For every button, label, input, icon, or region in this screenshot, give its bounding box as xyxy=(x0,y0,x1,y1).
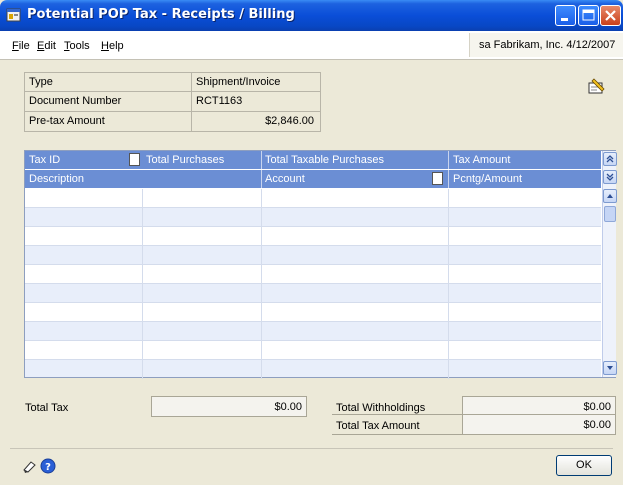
scroll-up-icon xyxy=(607,194,613,198)
scroll-thumb[interactable] xyxy=(604,206,616,222)
minimize-icon xyxy=(561,18,568,21)
close-icon xyxy=(605,10,616,21)
column-separator xyxy=(261,151,262,169)
grid-scrollbar[interactable] xyxy=(602,151,617,377)
column-separator xyxy=(261,170,262,188)
document-number-value: RCT1163 xyxy=(196,95,243,107)
col-tax-amount[interactable]: Tax Amount xyxy=(453,154,510,166)
table-row[interactable] xyxy=(25,227,601,246)
minimize-button[interactable] xyxy=(555,5,576,26)
total-tax-amount-label: Total Tax Amount xyxy=(336,420,420,432)
table-row[interactable] xyxy=(25,189,601,208)
menu-tools[interactable]: Tools xyxy=(64,40,90,52)
table-row[interactable] xyxy=(25,246,601,265)
menu-bar: File Edit Tools Help sa Fabrikam, Inc. 4… xyxy=(0,31,623,60)
grid-column-line xyxy=(142,189,143,379)
menu-file-accel: F xyxy=(12,40,19,52)
col-total-taxable-purchases[interactable]: Total Taxable Purchases xyxy=(265,154,384,166)
note-icon[interactable] xyxy=(432,172,443,185)
window: Potential POP Tax - Receipts / Billing F… xyxy=(0,0,623,485)
menu-help-accel: H xyxy=(101,40,109,52)
menu-file-label: ile xyxy=(18,40,30,52)
menu-edit[interactable]: Edit xyxy=(37,40,56,52)
menu-file[interactable]: File xyxy=(12,40,30,52)
col-total-purchases[interactable]: Total Purchases xyxy=(146,154,224,166)
col-account[interactable]: Account xyxy=(265,173,305,185)
expand-button[interactable] xyxy=(603,170,617,184)
table-row[interactable] xyxy=(25,341,601,360)
type-value: Shipment/Invoice xyxy=(196,76,281,88)
grid-column-line xyxy=(448,189,449,379)
scroll-down-button[interactable] xyxy=(603,361,617,375)
divider xyxy=(332,414,462,415)
document-number-label: Document Number xyxy=(29,95,122,107)
table-row[interactable] xyxy=(25,360,601,377)
ok-button[interactable]: OK xyxy=(556,455,612,476)
svg-text:?: ? xyxy=(45,462,51,473)
maximize-icon xyxy=(582,9,595,21)
note-icon[interactable] xyxy=(129,153,140,166)
pencil-icon[interactable] xyxy=(22,458,38,474)
total-tax-label: Total Tax xyxy=(25,402,69,414)
collapse-icon xyxy=(606,155,614,163)
window-title: Potential POP Tax - Receipts / Billing xyxy=(27,7,295,22)
col-tax-id[interactable]: Tax ID xyxy=(29,154,60,166)
type-label: Type xyxy=(29,76,53,88)
type-row: Type Shipment/Invoice xyxy=(25,72,320,92)
grid-column-line xyxy=(261,189,262,379)
column-separator xyxy=(448,151,449,169)
divider xyxy=(191,92,192,111)
footer-divider xyxy=(10,448,613,449)
grid-header-row-1: Tax ID Total Purchases Total Taxable Pur… xyxy=(25,151,601,169)
grid-header-row-2: Description Account Pcntg/Amount xyxy=(25,170,601,188)
pretax-amount-label: Pre-tax Amount xyxy=(29,115,105,127)
table-row[interactable] xyxy=(25,303,601,322)
col-description[interactable]: Description xyxy=(29,173,84,185)
scroll-down-icon xyxy=(607,366,613,370)
divider xyxy=(191,112,192,131)
table-row[interactable] xyxy=(25,322,601,341)
table-row[interactable] xyxy=(25,208,601,227)
table-row[interactable] xyxy=(25,265,601,284)
app-icon xyxy=(6,8,21,22)
divider xyxy=(191,73,192,91)
pretax-amount-value: $2,846.00 xyxy=(265,115,314,127)
expand-icon xyxy=(606,173,614,181)
menu-edit-label: dit xyxy=(44,40,56,52)
document-number-row: Document Number RCT1163 xyxy=(25,92,320,112)
collapse-button[interactable] xyxy=(603,152,617,166)
menu-help-label: elp xyxy=(108,40,124,52)
title-bar: Potential POP Tax - Receipts / Billing xyxy=(0,0,623,31)
help-icon[interactable]: ? xyxy=(40,458,56,474)
total-tax-field: $0.00 xyxy=(151,396,307,417)
maximize-button[interactable] xyxy=(578,5,599,26)
total-withholdings-label: Total Withholdings xyxy=(336,402,426,414)
scroll-up-button[interactable] xyxy=(603,189,617,203)
close-button[interactable] xyxy=(600,5,621,26)
form-note-icon[interactable] xyxy=(585,78,607,96)
column-separator xyxy=(448,170,449,188)
menu-help[interactable]: Help xyxy=(101,40,124,52)
menu-tools-label: ools xyxy=(69,40,90,52)
user-info: sa Fabrikam, Inc. 4/12/2007 xyxy=(469,33,623,57)
divider xyxy=(332,434,462,435)
table-row[interactable] xyxy=(25,284,601,303)
total-tax-amount-field: $0.00 xyxy=(462,414,616,435)
tax-grid: Tax ID Total Purchases Total Taxable Pur… xyxy=(24,150,617,379)
col-pcntg-amount[interactable]: Pcntg/Amount xyxy=(453,173,522,185)
pretax-amount-row: Pre-tax Amount $2,846.00 xyxy=(25,112,320,132)
